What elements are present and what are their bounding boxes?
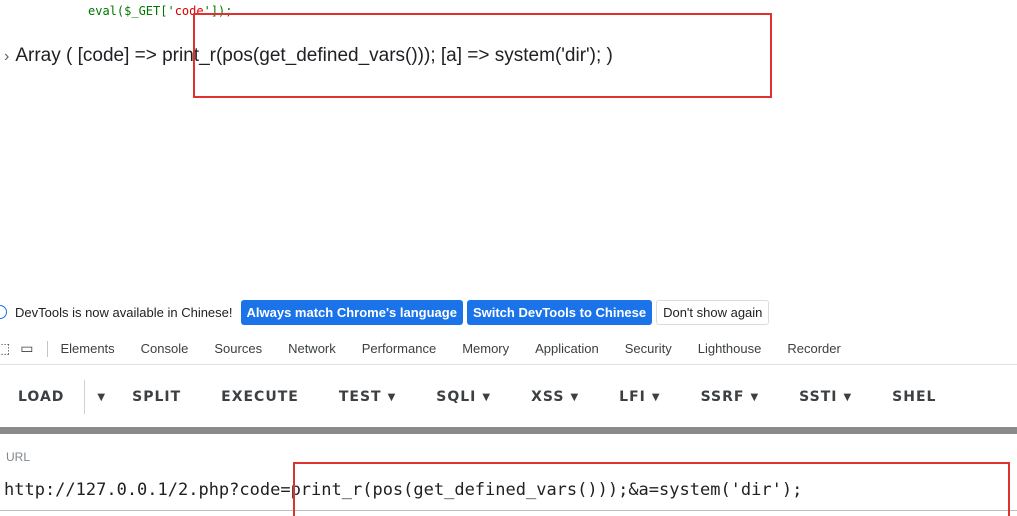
tab-performance[interactable]: Performance [362, 341, 436, 356]
device-toolbar-icon[interactable]: ▭ [20, 340, 33, 357]
tab-recorder[interactable]: Recorder [787, 341, 840, 356]
ssrf-menu[interactable]: SSRF ▼ [681, 389, 780, 405]
inspect-element-icon[interactable]: ⬚ [0, 340, 10, 357]
output-line: › Array ( [code] => print_r(pos(get_defin… [4, 45, 613, 67]
chevron-down-icon: ▼ [570, 391, 580, 403]
test-menu-label: TEST [338, 389, 382, 405]
url-input-underline [0, 510, 1017, 511]
tab-lighthouse[interactable]: Lighthouse [698, 341, 762, 356]
always-match-language-button[interactable]: Always match Chrome's language [240, 299, 463, 325]
toolbar-divider [47, 340, 49, 357]
output-text: Array ( [code] => print_r(pos(get_define… [15, 45, 613, 66]
tab-memory[interactable]: Memory [462, 341, 509, 356]
load-dropdown-caret-icon[interactable]: ▼ [85, 392, 112, 403]
sqli-menu[interactable]: SQLI ▼ [416, 389, 511, 405]
sqli-menu-label: SQLI [436, 389, 477, 405]
ssrf-menu-label: SSRF [700, 389, 745, 405]
php-source-line: eval($_GET['code']); [88, 4, 233, 18]
tab-network[interactable]: Network [288, 341, 336, 356]
tab-elements[interactable]: Elements [60, 341, 114, 356]
load-button[interactable]: LOAD [0, 389, 84, 405]
lfi-menu-label: LFI [619, 389, 646, 405]
switch-to-chinese-button[interactable]: Switch DevTools to Chinese [466, 299, 653, 325]
dont-show-again-button[interactable]: Don't show again [656, 299, 770, 325]
devtools-tabbar: ⬚ ▭ Elements Console Sources Network Per… [0, 333, 1017, 365]
xss-menu-label: XSS [531, 389, 565, 405]
tab-console[interactable]: Console [141, 341, 189, 356]
divider-bar [0, 427, 1017, 434]
tab-sources[interactable]: Sources [214, 341, 262, 356]
shell-menu[interactable]: SHEL [872, 389, 956, 405]
test-menu[interactable]: TEST ▼ [319, 389, 416, 405]
execute-button[interactable]: EXECUTE [201, 389, 319, 405]
split-button[interactable]: SPLIT [112, 389, 201, 405]
devtools-language-infobar: DevTools is now available in Chinese! Al… [0, 295, 1017, 329]
ssti-menu[interactable]: SSTI ▼ [779, 389, 872, 405]
xss-menu[interactable]: XSS ▼ [511, 389, 599, 405]
ssti-menu-label: SSTI [799, 389, 838, 405]
chevron-down-icon: ▼ [843, 391, 853, 403]
tab-application[interactable]: Application [535, 341, 599, 356]
url-input[interactable]: http://127.0.0.1/2.php?code=print_r(pos(… [4, 480, 802, 500]
url-label: URL [6, 450, 31, 464]
chevron-down-icon: ▼ [651, 391, 661, 403]
chevron-down-icon: ▼ [750, 391, 760, 403]
chevron-down-icon: ▼ [387, 391, 397, 403]
lfi-menu[interactable]: LFI ▼ [599, 389, 680, 405]
chevron-down-icon: ▼ [482, 391, 492, 403]
tab-security[interactable]: Security [625, 341, 672, 356]
infobar-message: DevTools is now available in Chinese! [15, 304, 233, 320]
hackbar-toolbar: LOAD ▼ SPLIT EXECUTE TEST ▼ SQLI ▼ XSS ▼ LF… [0, 374, 1017, 420]
chevron-right-icon: › [4, 48, 10, 65]
info-icon [0, 305, 7, 319]
